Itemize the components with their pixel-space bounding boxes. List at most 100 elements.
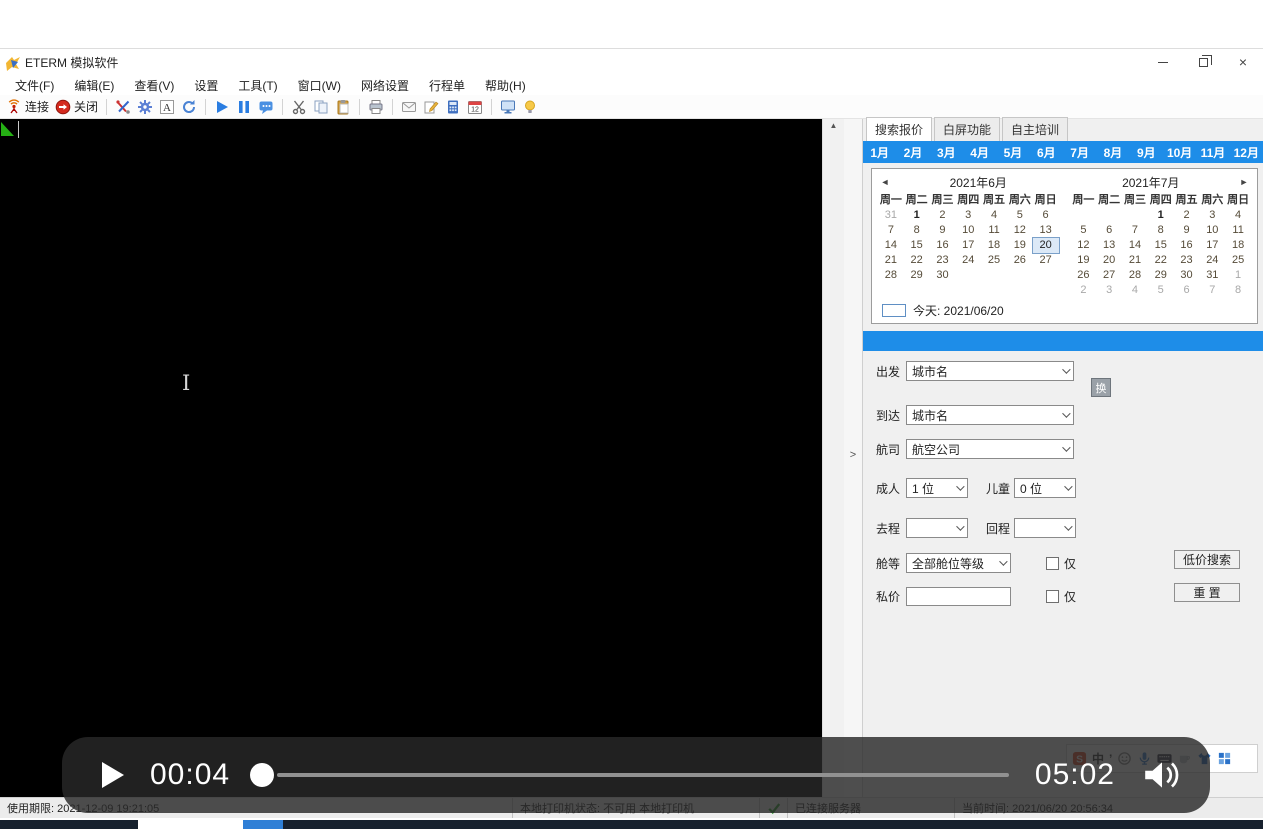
- date-cell[interactable]: 30: [1174, 268, 1200, 283]
- cabin-only-checkbox[interactable]: [1046, 557, 1059, 570]
- monitor-button[interactable]: [497, 98, 519, 116]
- arrive-select[interactable]: 城市名: [906, 405, 1074, 425]
- date-cell[interactable]: 8: [1225, 283, 1251, 298]
- date-cell[interactable]: 25: [981, 253, 1007, 268]
- date-cell[interactable]: 22: [904, 253, 930, 268]
- menu-view[interactable]: 查看(V): [124, 75, 184, 96]
- copy-button[interactable]: [310, 98, 332, 116]
- date-cell[interactable]: 29: [1148, 268, 1174, 283]
- date-cell[interactable]: 20: [1096, 253, 1122, 268]
- date-cell[interactable]: 14: [1122, 238, 1148, 253]
- font-button[interactable]: A: [156, 98, 178, 116]
- month-tab-10[interactable]: 10月: [1163, 144, 1196, 161]
- tools-button[interactable]: [112, 98, 134, 116]
- date-cell[interactable]: 1: [1225, 268, 1251, 283]
- airline-select[interactable]: 航空公司: [906, 439, 1074, 459]
- date-cell[interactable]: 16: [1174, 238, 1200, 253]
- terminal-screen[interactable]: I: [0, 119, 822, 797]
- date-cell[interactable]: 1: [1148, 208, 1174, 223]
- date-cell[interactable]: 7: [878, 223, 904, 238]
- volume-icon[interactable]: [1141, 757, 1183, 793]
- chat-button[interactable]: [255, 98, 277, 116]
- date-cell[interactable]: 13: [1096, 238, 1122, 253]
- prev-month-icon[interactable]: ◄: [878, 177, 892, 187]
- date-cell[interactable]: 21: [878, 253, 904, 268]
- month-tab-12[interactable]: 12月: [1230, 144, 1263, 161]
- date-cell[interactable]: 6: [1033, 208, 1059, 223]
- date-cell[interactable]: 3: [955, 208, 981, 223]
- month-tab-1[interactable]: 1月: [863, 144, 896, 161]
- date-cell[interactable]: 8: [904, 223, 930, 238]
- child-select[interactable]: 0 位: [1014, 478, 1076, 498]
- tab-self-training[interactable]: 自主培训: [1002, 117, 1068, 141]
- date-cell[interactable]: 6: [1096, 223, 1122, 238]
- return-select[interactable]: [1014, 518, 1076, 538]
- connect-button[interactable]: 连接: [3, 97, 52, 116]
- menu-window[interactable]: 窗口(W): [288, 75, 351, 96]
- date-cell[interactable]: 23: [1174, 253, 1200, 268]
- date-cell[interactable]: 31: [1199, 268, 1225, 283]
- month-tab-2[interactable]: 2月: [896, 144, 929, 161]
- refresh-button[interactable]: [178, 98, 200, 116]
- month-tab-3[interactable]: 3月: [930, 144, 963, 161]
- date-cell[interactable]: 23: [930, 253, 956, 268]
- date-cell[interactable]: 15: [904, 238, 930, 253]
- date-cell[interactable]: 24: [1199, 253, 1225, 268]
- date-cell[interactable]: 3: [1096, 283, 1122, 298]
- date-cell[interactable]: 2: [930, 208, 956, 223]
- date-cell[interactable]: 29: [904, 268, 930, 283]
- paste-button[interactable]: [332, 98, 354, 116]
- month-tab-11[interactable]: 11月: [1196, 144, 1229, 161]
- date-cell[interactable]: 26: [1007, 253, 1033, 268]
- menu-network[interactable]: 网络设置: [351, 75, 419, 96]
- date-cell[interactable]: 27: [1096, 268, 1122, 283]
- mail-button[interactable]: [398, 98, 420, 116]
- date-cell[interactable]: 31: [878, 208, 904, 223]
- video-progress-track[interactable]: [277, 773, 1009, 777]
- tab-white-screen[interactable]: 白屏功能: [934, 117, 1000, 141]
- terminal-scrollbar[interactable]: ▲: [822, 119, 844, 797]
- menu-help[interactable]: 帮助(H): [475, 75, 536, 96]
- date-cell[interactable]: 17: [955, 238, 981, 253]
- date-cell[interactable]: 15: [1148, 238, 1174, 253]
- date-cell[interactable]: 7: [1122, 223, 1148, 238]
- outbound-select[interactable]: [906, 518, 968, 538]
- date-cell[interactable]: 4: [981, 208, 1007, 223]
- date-cell[interactable]: 25: [1225, 253, 1251, 268]
- next-month-icon[interactable]: ►: [1237, 177, 1251, 187]
- date-cell[interactable]: 22: [1148, 253, 1174, 268]
- date-cell[interactable]: 24: [955, 253, 981, 268]
- date-cell[interactable]: 12: [1071, 238, 1097, 253]
- date-cell[interactable]: 9: [1174, 223, 1200, 238]
- settings-button[interactable]: [134, 98, 156, 116]
- date-cell[interactable]: 4: [1122, 283, 1148, 298]
- itinerary-edit-button[interactable]: [420, 98, 442, 116]
- date-cell[interactable]: 4: [1225, 208, 1251, 223]
- calendar-button[interactable]: 12: [464, 98, 486, 116]
- low-price-search-button[interactable]: 低价搜索: [1174, 550, 1240, 569]
- panel-splitter[interactable]: >: [844, 119, 862, 797]
- minimize-button[interactable]: [1143, 49, 1183, 75]
- date-cell[interactable]: 7: [1199, 283, 1225, 298]
- play-button[interactable]: [211, 98, 233, 116]
- month-tab-5[interactable]: 5月: [996, 144, 1029, 161]
- date-cell[interactable]: 13: [1033, 223, 1059, 238]
- cabin-select[interactable]: 全部舱位等级: [906, 553, 1011, 573]
- menu-edit[interactable]: 编辑(E): [64, 75, 124, 96]
- menu-settings[interactable]: 设置: [184, 75, 228, 96]
- date-cell[interactable]: 10: [1199, 223, 1225, 238]
- scroll-up-icon[interactable]: ▲: [823, 121, 844, 130]
- close-connection-button[interactable]: 关闭: [52, 97, 101, 116]
- date-cell[interactable]: 8: [1148, 223, 1174, 238]
- date-cell[interactable]: 11: [1225, 223, 1251, 238]
- date-cell[interactable]: 5: [1007, 208, 1033, 223]
- print-button[interactable]: [365, 98, 387, 116]
- date-cell[interactable]: 18: [1225, 238, 1251, 253]
- date-cell[interactable]: 5: [1071, 223, 1097, 238]
- date-cell[interactable]: 28: [1122, 268, 1148, 283]
- date-cell[interactable]: 28: [878, 268, 904, 283]
- tips-button[interactable]: [519, 98, 541, 116]
- date-cell[interactable]: 1: [904, 208, 930, 223]
- menu-itinerary[interactable]: 行程单: [419, 75, 475, 96]
- date-cell[interactable]: 2: [1071, 283, 1097, 298]
